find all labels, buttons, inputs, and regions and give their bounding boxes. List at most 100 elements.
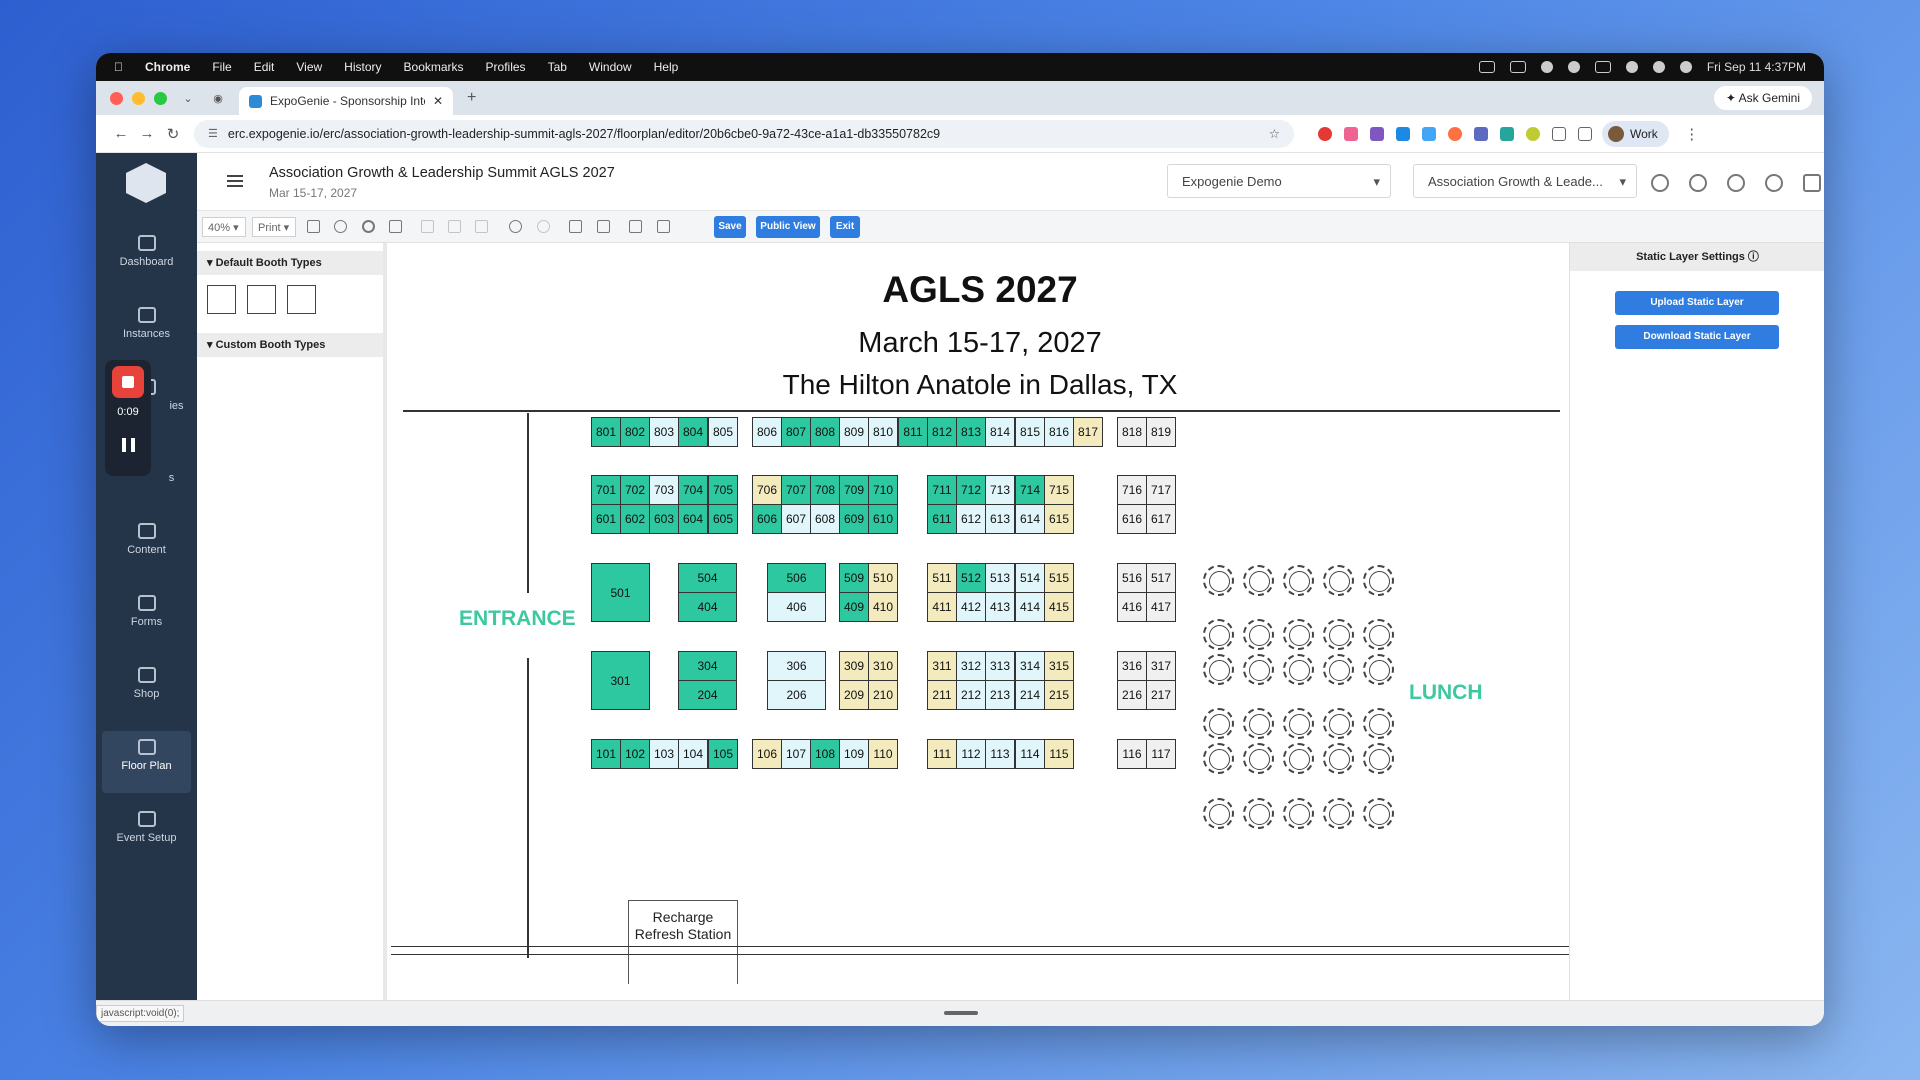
lunch-table[interactable] [1243, 798, 1274, 829]
booth-513[interactable]: 513 [985, 563, 1015, 593]
booth-116[interactable]: 116 [1117, 739, 1147, 769]
booth-708[interactable]: 708 [810, 475, 840, 505]
lunch-table[interactable] [1363, 654, 1394, 685]
lunch-table[interactable] [1243, 743, 1274, 774]
booth-809[interactable]: 809 [839, 417, 869, 447]
reading-list-icon[interactable] [1578, 126, 1592, 141]
booth-107[interactable]: 107 [781, 739, 811, 769]
booth-716[interactable]: 716 [1117, 475, 1147, 505]
booth-104[interactable]: 104 [678, 739, 708, 769]
booth-811[interactable]: 811 [898, 417, 928, 447]
lunch-table[interactable] [1323, 565, 1354, 596]
booth-404[interactable]: 404 [678, 592, 737, 622]
booth-416[interactable]: 416 [1117, 592, 1147, 622]
booth-113[interactable]: 113 [985, 739, 1015, 769]
booth-616[interactable]: 616 [1117, 504, 1147, 534]
booth-410[interactable]: 410 [868, 592, 898, 622]
booth-514[interactable]: 514 [1015, 563, 1045, 593]
booth-815[interactable]: 815 [1015, 417, 1045, 447]
menu-edit[interactable]: Edit [254, 60, 275, 74]
extensions-puzzle-icon[interactable] [1552, 126, 1566, 141]
booth-703[interactable]: 703 [649, 475, 679, 505]
booth-613[interactable]: 613 [985, 504, 1015, 534]
booth-110[interactable]: 110 [868, 739, 898, 769]
menu-profiles[interactable]: Profiles [486, 60, 526, 74]
custom-booth-types-header[interactable]: ▾ Custom Booth Types [197, 333, 383, 357]
booth-816[interactable]: 816 [1044, 417, 1074, 447]
battery-icon[interactable] [1594, 61, 1611, 73]
lunch-table[interactable] [1283, 565, 1314, 596]
booth-601[interactable]: 601 [591, 504, 621, 534]
booth-105[interactable]: 105 [708, 739, 738, 769]
booth-111[interactable]: 111 [927, 739, 957, 769]
lunch-table[interactable] [1363, 743, 1394, 774]
extension-play-icon[interactable] [1500, 126, 1514, 141]
lunch-table[interactable] [1243, 565, 1274, 596]
booth-217[interactable]: 217 [1146, 680, 1176, 710]
zoom-out-icon[interactable] [334, 220, 347, 233]
app-menu[interactable]: Chrome [145, 60, 190, 74]
booth-204[interactable]: 204 [678, 680, 737, 710]
lunch-table[interactable] [1283, 654, 1314, 685]
lunch-table[interactable] [1243, 619, 1274, 650]
booth-413[interactable]: 413 [985, 592, 1015, 622]
booth-206[interactable]: 206 [767, 680, 826, 710]
site-settings-icon[interactable]: ☰ [208, 127, 218, 140]
booth-501[interactable]: 501 [591, 563, 650, 622]
lunch-table[interactable] [1203, 654, 1234, 685]
upload-static-layer-button[interactable]: Upload Static Layer [1615, 291, 1779, 315]
profile-button[interactable]: Work [1602, 120, 1669, 147]
booth-414[interactable]: 414 [1015, 592, 1045, 622]
help-icon[interactable] [1765, 174, 1783, 192]
booth-806[interactable]: 806 [752, 417, 782, 447]
booth-704[interactable]: 704 [678, 475, 708, 505]
booth-214[interactable]: 214 [1015, 680, 1045, 710]
booth-311[interactable]: 311 [927, 651, 957, 681]
booth-612[interactable]: 612 [956, 504, 986, 534]
zoom-in-icon[interactable] [362, 220, 375, 233]
booth-type-swatch[interactable] [287, 285, 316, 314]
lunch-table[interactable] [1283, 743, 1314, 774]
bluetooth-icon[interactable] [1540, 61, 1553, 73]
booth-103[interactable]: 103 [649, 739, 679, 769]
menu-help[interactable]: Help [654, 60, 679, 74]
lunch-table[interactable] [1323, 619, 1354, 650]
stop-recording-button[interactable] [112, 366, 144, 398]
lunch-table[interactable] [1283, 798, 1314, 829]
booth-810[interactable]: 810 [868, 417, 898, 447]
booth-712[interactable]: 712 [956, 475, 986, 505]
booth-209[interactable]: 209 [839, 680, 869, 710]
code-icon[interactable] [597, 220, 610, 233]
zoom-window-button[interactable] [154, 91, 167, 105]
booth-409[interactable]: 409 [839, 592, 869, 622]
extension-purple-icon[interactable] [1370, 126, 1384, 141]
booth-type-swatch[interactable] [247, 285, 276, 314]
booth-317[interactable]: 317 [1146, 651, 1176, 681]
booth-115[interactable]: 115 [1044, 739, 1074, 769]
booth-211[interactable]: 211 [927, 680, 957, 710]
booth-108[interactable]: 108 [810, 739, 840, 769]
booth-516[interactable]: 516 [1117, 563, 1147, 593]
booth-604[interactable]: 604 [678, 504, 708, 534]
booth-819[interactable]: 819 [1146, 417, 1176, 447]
booth-817[interactable]: 817 [1073, 417, 1103, 447]
close-tab-icon[interactable]: ✕ [433, 94, 443, 108]
booth-607[interactable]: 607 [781, 504, 811, 534]
booth-304[interactable]: 304 [678, 651, 737, 681]
redo-icon[interactable] [537, 220, 550, 233]
booth-314[interactable]: 314 [1015, 651, 1045, 681]
booth-515[interactable]: 515 [1044, 563, 1074, 593]
booth-106[interactable]: 106 [752, 739, 782, 769]
delete-icon[interactable] [421, 220, 434, 233]
lunch-table[interactable] [1363, 619, 1394, 650]
booth-315[interactable]: 315 [1044, 651, 1074, 681]
screen-share-icon[interactable] [1478, 61, 1495, 73]
sidebar-item-forms[interactable]: Forms [96, 587, 197, 647]
booth-type-swatch[interactable] [207, 285, 236, 314]
print-select[interactable]: Print ▾ [252, 217, 296, 237]
lunch-table[interactable] [1203, 798, 1234, 829]
minimize-window-button[interactable] [132, 91, 145, 105]
map-icon[interactable] [307, 220, 320, 233]
hamburger-menu-icon[interactable] [227, 175, 243, 187]
booth-517[interactable]: 517 [1146, 563, 1176, 593]
